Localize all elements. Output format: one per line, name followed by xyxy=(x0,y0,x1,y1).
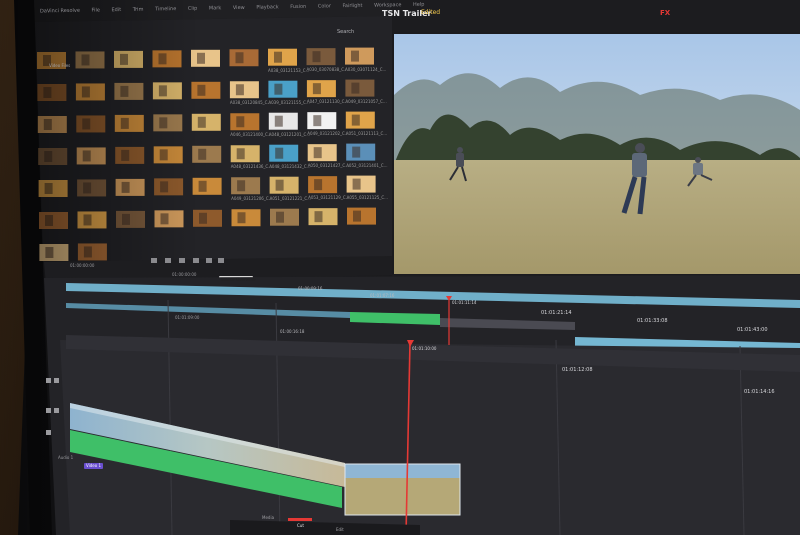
clip-name: A051_03121221_C... xyxy=(269,195,311,201)
timecode-1: 01:00:00:00 xyxy=(70,263,95,268)
app-name: DaVinci Resolve xyxy=(39,7,81,15)
timecode-4: 01:00:16:18 xyxy=(280,329,305,334)
timecode-11: 01:01:43:00 xyxy=(737,327,768,333)
clip-name: A048_03121436_C... xyxy=(230,164,273,170)
clip-name: A030_03071124_C... xyxy=(345,66,387,72)
clip-name: A038_03120845_C... xyxy=(229,100,272,106)
menu-playback[interactable]: Playback xyxy=(256,4,278,10)
clip-name: A047_03121130_C... xyxy=(306,99,349,105)
edit-status: Edited xyxy=(421,9,441,16)
video-clip-2[interactable] xyxy=(344,463,461,516)
menu-trim[interactable]: Trim xyxy=(133,7,144,13)
scene-drawing xyxy=(0,0,800,535)
page-tab-media[interactable]: Media xyxy=(262,516,274,520)
fx-label[interactable]: FX xyxy=(660,10,670,17)
menu-help[interactable]: Help xyxy=(413,2,425,8)
timecode-3: 01:00:09:16 xyxy=(298,286,323,291)
timecode-12: 01:01:12:08 xyxy=(562,367,593,373)
timecode-9: 01:01:21:14 xyxy=(541,310,572,316)
clip-name: A046_03121400_C... xyxy=(230,132,272,138)
timecode-10: 01:01:33:08 xyxy=(637,318,668,324)
timecode-2: 01:00:00:00 xyxy=(172,272,197,277)
page-tab-edit[interactable]: Edit xyxy=(336,528,344,532)
bin-label[interactable]: Video Files xyxy=(49,64,70,68)
menu-fusion[interactable]: Fusion xyxy=(290,4,306,10)
active-page-indicator xyxy=(288,518,312,521)
timecode-6: 01:01:09:00 xyxy=(175,315,200,320)
timecode-13: 01:01:14:16 xyxy=(744,389,775,395)
timecode-7: 01:01:10:00 xyxy=(412,346,437,351)
menu-color[interactable]: Color xyxy=(318,3,331,9)
clip-name: A049_03121057_C... xyxy=(345,98,387,104)
clip-name: A048_03121432_C... xyxy=(269,163,311,169)
search-label[interactable]: Search xyxy=(337,30,354,35)
clip-name: A039_03121155_C... xyxy=(268,99,310,105)
menu-view[interactable]: View xyxy=(233,5,245,11)
clip-name: A030_03070838_C... xyxy=(306,67,348,73)
track-label: Audio 1 xyxy=(58,455,74,460)
clip-name: A049_03121206_C... xyxy=(231,196,273,202)
clip-name: A038_03121153_C... xyxy=(268,67,310,73)
clip-name: A053_03121129_C... xyxy=(308,195,350,201)
track-badge-label: Video 1 xyxy=(86,463,102,468)
menu-edit[interactable]: Edit xyxy=(111,7,121,13)
menu-mark[interactable]: Mark xyxy=(209,5,221,11)
menu-workspace[interactable]: Workspace xyxy=(374,2,401,8)
clip-name: A051_03121113_C... xyxy=(345,130,388,136)
clip-name: A055_03121125_C... xyxy=(346,194,388,200)
timecode-8: 01:01:11:14 xyxy=(452,300,477,305)
clip-name: A050_03121427_C... xyxy=(307,163,350,169)
menu-file[interactable]: File xyxy=(91,7,99,13)
clip-name: A049_03121202_C... xyxy=(307,131,349,137)
tooltip-text: Source Overwrite xyxy=(221,277,256,282)
menu-timeline[interactable]: Timeline xyxy=(155,6,176,12)
menu-clip[interactable]: Clip xyxy=(188,6,198,12)
clip-name: A048_03121201_C... xyxy=(268,131,311,137)
timecode-5: 01:01:07:16 xyxy=(370,293,395,298)
page-tab-cut[interactable]: Cut xyxy=(297,524,304,528)
clip-name: A052_03121401_C... xyxy=(346,162,388,168)
menu-fairlight[interactable]: Fairlight xyxy=(342,3,362,9)
photo-of-monitor-running-video-editor: DaVinci Resolve File Edit Trim Timeline … xyxy=(0,0,800,535)
